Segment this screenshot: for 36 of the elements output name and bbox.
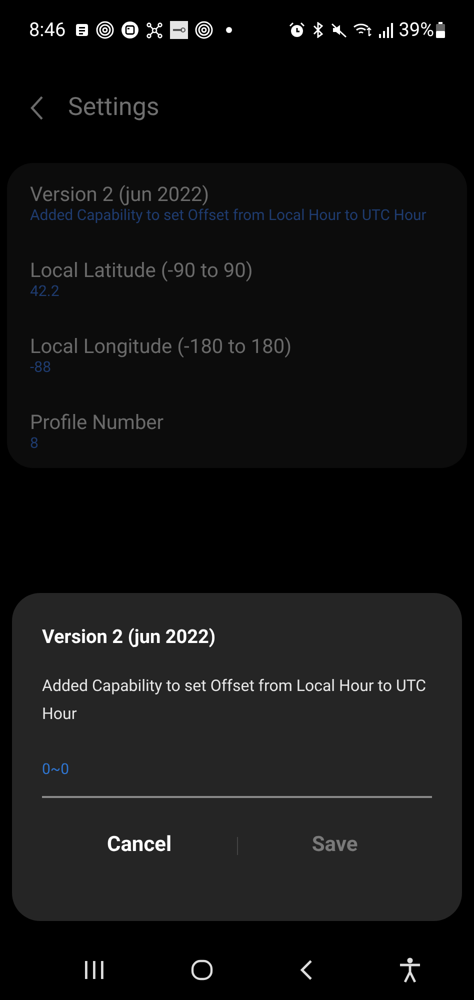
setting-title: Version 2 (jun 2022) <box>30 181 210 207</box>
message-icon <box>74 23 89 37</box>
battery-percent: 39% <box>398 16 434 43</box>
bluetooth-icon <box>310 22 325 38</box>
setting-title: Local Longitude (-180 to 180) <box>30 333 293 359</box>
network-icon <box>146 22 163 38</box>
home-icon[interactable] <box>191 959 213 981</box>
wifi-icon <box>352 22 373 38</box>
back-icon[interactable] <box>299 959 313 981</box>
mute-icon <box>330 22 347 38</box>
dialog-title: Version 2 (jun 2022) <box>42 624 217 650</box>
circles-icon <box>96 21 114 39</box>
dialog-message: Added Capability to set Offset from Local Hour to UTC Hour <box>42 674 428 724</box>
accessibility-icon[interactable] <box>399 957 421 983</box>
setting-value: 42.2 <box>30 283 60 300</box>
setting-value: 8 <box>30 435 40 452</box>
setting-title: Local Latitude (-90 to 90) <box>30 257 254 283</box>
setting-title: Profile Number <box>30 409 165 435</box>
recents-icon[interactable] <box>83 960 105 980</box>
settings-item[interactable]: Version 2 (jun 2022) Added Capability to set Offset from Local Hour to UTC Hour <box>30 181 427 224</box>
signal-icon <box>378 22 393 38</box>
settings-item[interactable]: Profile Number 8 <box>30 409 427 452</box>
app-icon <box>170 21 188 39</box>
page-title: Settings <box>68 92 160 124</box>
circles-icon <box>194 21 213 39</box>
setting-value: Added Capability to set Offset from Local Hour to UTC Hour <box>30 207 427 224</box>
battery-icon <box>436 22 445 38</box>
dot-icon <box>226 27 232 33</box>
app-icon <box>120 21 139 39</box>
setting-value: -88 <box>30 359 52 376</box>
status-time: 8:46 <box>29 16 66 43</box>
settings-item[interactable]: Local Longitude (-180 to 180) -88 <box>30 333 427 376</box>
alarm-icon <box>288 22 305 38</box>
settings-item[interactable]: Local Latitude (-90 to 90) 42.2 <box>30 257 427 300</box>
input-field[interactable]: 0~0 <box>42 754 432 798</box>
dialog-button[interactable]: Cancel <box>42 824 236 868</box>
